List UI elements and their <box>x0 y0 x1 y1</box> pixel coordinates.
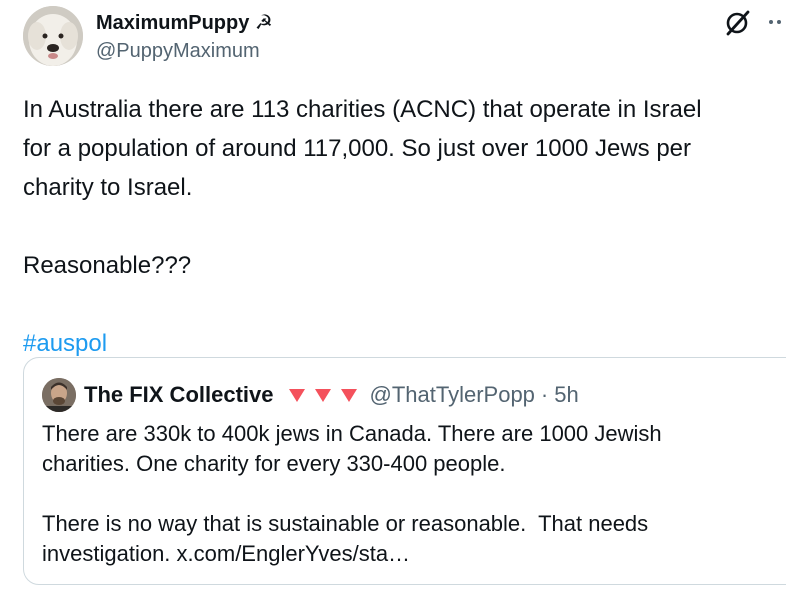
more-options-icon[interactable] <box>763 12 786 32</box>
grok-icon[interactable] <box>722 8 752 38</box>
red-triangle-icon <box>288 389 305 402</box>
quote-text: There are 330k to 400k jews in Canada. T… <box>42 421 662 566</box>
quote-author-name[interactable]: The FIX Collective <box>84 382 274 408</box>
quote-header: The FIX Collective @ThatTylerPopp · 5h <box>84 380 579 410</box>
quote-avatar[interactable] <box>42 378 76 412</box>
author-handle[interactable]: @PuppyMaximum <box>96 40 260 63</box>
dog-avatar-icon <box>23 6 83 66</box>
hashtag-link[interactable]: #auspol <box>23 330 107 357</box>
red-triangle-icon <box>314 389 331 402</box>
post-text: In Australia there are 113 charities (AC… <box>23 90 783 363</box>
quote-author-handle[interactable]: @ThatTylerPopp <box>370 382 535 408</box>
triangle-flags <box>288 387 358 403</box>
meta-separator: · <box>540 382 549 407</box>
person-avatar-icon <box>42 378 76 412</box>
quote-timestamp[interactable]: 5h <box>554 382 578 408</box>
quoted-post-card[interactable]: The FIX Collective @ThatTylerPopp · 5h T… <box>23 357 786 585</box>
hammer-sickle-icon: ☭ <box>254 12 273 34</box>
author-name[interactable]: MaximumPuppy ☭ <box>96 10 273 35</box>
avatar[interactable] <box>23 6 83 66</box>
author-name-text: MaximumPuppy <box>96 12 250 34</box>
red-triangle-icon <box>340 389 357 402</box>
post-body: In Australia there are 113 charities (AC… <box>23 96 702 279</box>
